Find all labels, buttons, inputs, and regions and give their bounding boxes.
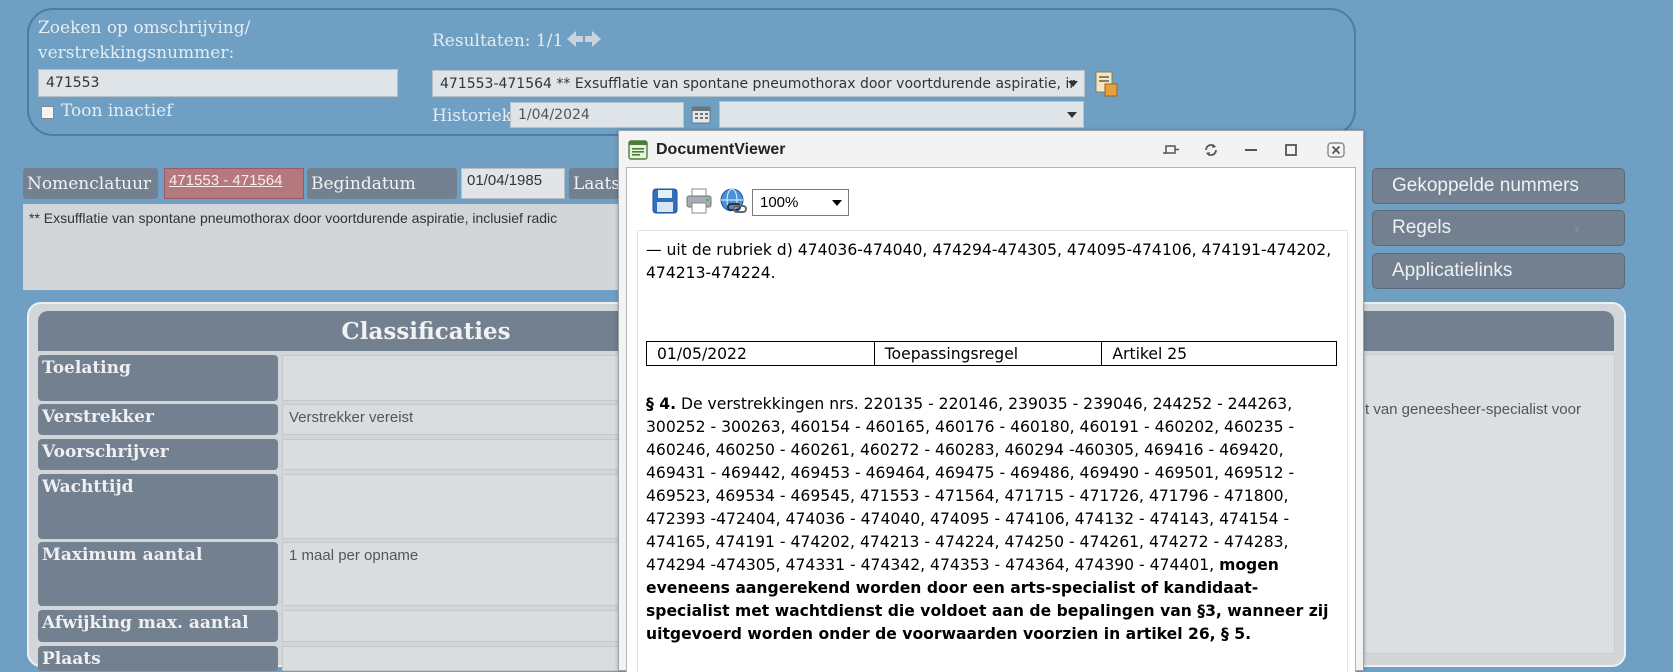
rule-date: 01/05/2022 — [646, 341, 875, 366]
pin-icon[interactable] — [1162, 142, 1180, 158]
row-value-maximum-aantal: 1 maal per opname — [282, 542, 622, 606]
show-inactive-label: Toon inactief — [61, 101, 173, 121]
rule-type: Toepassingsregel — [873, 341, 1103, 366]
zoom-select[interactable]: 100% — [752, 189, 849, 216]
document-page: — uit de rubriek d) 474036-474040, 47429… — [637, 230, 1348, 672]
intro-line: — uit de rubriek d) 474036-474040, 47429… — [646, 241, 1332, 282]
classifications-title: Classificaties — [341, 317, 511, 345]
nomenclature-link[interactable]: 471553 - 471564 — [164, 168, 304, 199]
classification-detail-text: t van geneesheer-specialist voor — [1365, 401, 1581, 418]
description-text: ** Exsufflatie van spontane pneumothorax… — [29, 210, 558, 226]
row-label-toelating: Toelating — [38, 355, 278, 401]
refresh-icon[interactable] — [1202, 142, 1220, 158]
minimize-icon[interactable] — [1242, 142, 1260, 158]
chevron-down-icon — [832, 199, 842, 206]
row-label-voorschrijver: Voorschrijver — [38, 439, 278, 470]
zoom-value: 100% — [760, 194, 799, 211]
row-label-plaats: Plaats — [38, 646, 278, 671]
begin-date-value: 01/04/1985 — [461, 168, 565, 199]
document-viewer-app-icon — [628, 140, 648, 160]
results-label: Resultaten: 1/1 — [432, 31, 564, 51]
chevron-down-icon — [1068, 80, 1078, 87]
row-label-verstrekker: Verstrekker — [38, 404, 278, 435]
row-value-voorschrijver — [282, 439, 622, 470]
paragraph-heading: § 4. — [646, 395, 676, 413]
save-icon[interactable] — [652, 188, 678, 214]
close-icon[interactable] — [1327, 142, 1345, 158]
document-viewer-titlebar[interactable]: DocumentViewer — [619, 131, 1363, 169]
web-link-icon[interactable] — [719, 187, 747, 215]
row-label-afwijking: Afwijking max. aantal — [38, 610, 278, 642]
document-viewer-window: DocumentViewer 100% — uit de rubriek d) … — [618, 130, 1364, 672]
rules-button[interactable]: Regels › — [1372, 210, 1625, 246]
classification-detail-box: t van geneesheer-specialist voor — [1364, 354, 1615, 654]
result-select[interactable]: 471553-471564 ** Exsufflatie van spontan… — [432, 70, 1085, 97]
prev-next-arrows-icon[interactable] — [565, 28, 603, 54]
description-box: ** Exsufflatie van spontane pneumothorax… — [23, 204, 623, 290]
chevron-right-icon: › — [1574, 220, 1579, 236]
export-results-icon[interactable] — [1093, 70, 1119, 98]
history-date-input[interactable]: 1/04/2024 — [510, 102, 684, 128]
row-value-toelating — [282, 355, 622, 401]
history-label: Historiek — [432, 106, 512, 126]
row-value-wachttijd — [282, 474, 622, 539]
document-viewer-title: DocumentViewer — [656, 141, 786, 158]
rule-table: 01/05/2022 Toepassingsregel Artikel 25 — [646, 341, 1337, 366]
maximize-icon[interactable] — [1282, 142, 1300, 158]
nomenclature-label: Nomenclatuur — [23, 168, 158, 199]
table-row: 01/05/2022 Toepassingsregel Artikel 25 — [646, 341, 1337, 366]
application-links-button[interactable]: Applicatielinks — [1372, 253, 1625, 289]
row-value-verstrekker: Verstrekker vereist — [282, 404, 622, 435]
row-value-afwijking — [282, 610, 622, 642]
row-value-plaats — [282, 646, 622, 671]
result-select-value: 471553-471564 ** Exsufflatie van spontan… — [440, 75, 1076, 92]
chevron-down-icon — [1067, 111, 1077, 118]
show-inactive-checkbox[interactable] — [41, 106, 54, 119]
history-select[interactable] — [719, 101, 1084, 128]
search-label: Zoeken op omschrijving/ verstrekkingsnum… — [38, 18, 251, 63]
print-icon[interactable] — [685, 188, 713, 214]
row-label-maximum-aantal: Maximum aantal — [38, 542, 278, 606]
row-label-wachttijd: Wachttijd — [38, 474, 278, 539]
paragraph-body: De verstrekkingen nrs. 220135 - 220146, … — [646, 395, 1295, 574]
rules-button-label: Regels — [1392, 217, 1452, 238]
linked-numbers-button[interactable]: Gekoppelde nummers — [1372, 168, 1625, 204]
paragraph: § 4. De verstrekkingen nrs. 220135 - 220… — [646, 393, 1340, 646]
begin-date-label: Begindatum — [307, 168, 457, 199]
calendar-icon[interactable] — [690, 104, 712, 126]
search-input[interactable]: 471553 — [38, 69, 398, 97]
rule-article: Artikel 25 — [1101, 341, 1337, 366]
